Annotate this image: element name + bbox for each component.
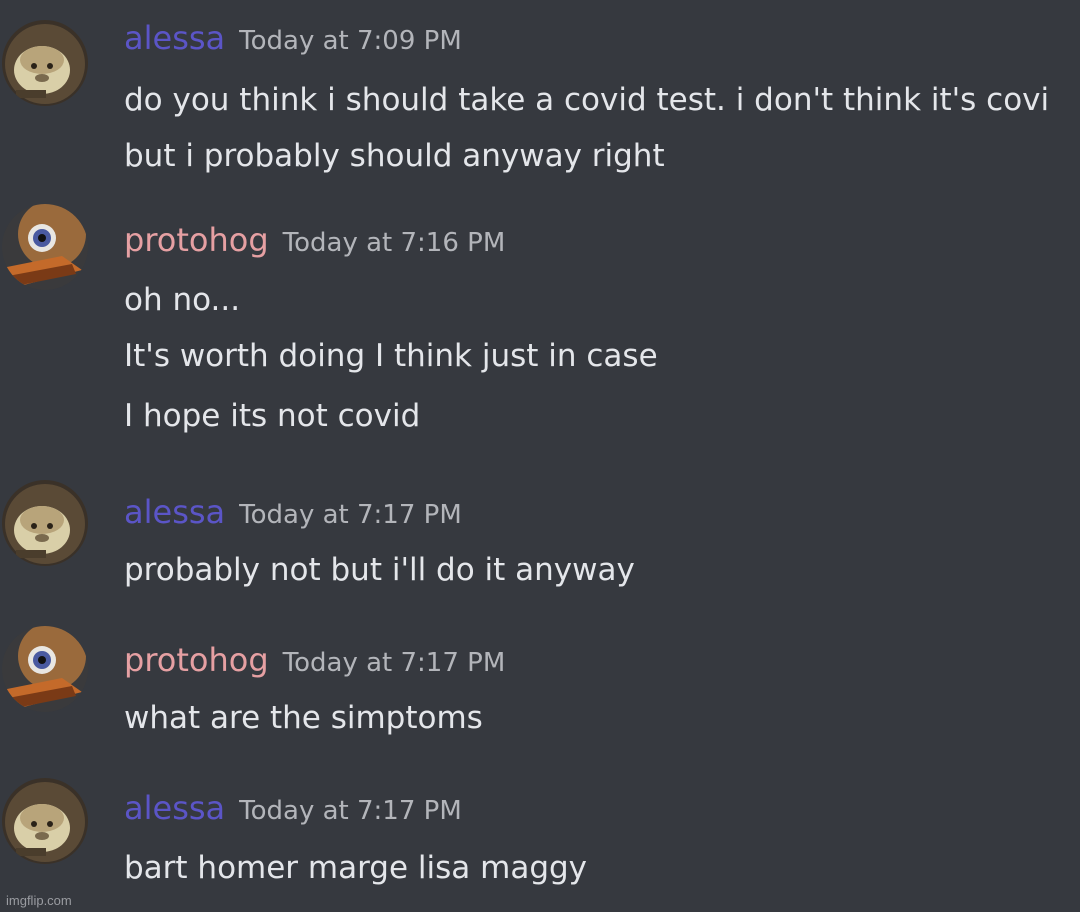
message-header: protohog Today at 7:16 PM xyxy=(124,220,505,263)
message-header: protohog Today at 7:17 PM xyxy=(124,640,505,683)
timestamp: Today at 7:09 PM xyxy=(239,26,462,56)
chat-message-list[interactable]: alessa Today at 7:09 PM do you think i sh… xyxy=(0,0,1080,912)
username[interactable]: alessa xyxy=(124,789,225,827)
timestamp: Today at 7:17 PM xyxy=(239,500,462,530)
monkey-avatar[interactable] xyxy=(2,778,88,864)
message-text: probably not but i'll do it anyway xyxy=(124,552,635,588)
monkey-avatar[interactable] xyxy=(2,20,88,106)
username[interactable]: alessa xyxy=(124,493,225,531)
monkey-avatar[interactable] xyxy=(2,480,88,566)
bird-avatar[interactable] xyxy=(2,626,88,712)
message-text: what are the simptoms xyxy=(124,700,483,736)
message-text: do you think i should take a covid test.… xyxy=(124,82,1050,118)
message-text: oh no... xyxy=(124,282,241,318)
timestamp: Today at 7:17 PM xyxy=(282,648,506,678)
message-header: alessa Today at 7:17 PM xyxy=(124,788,462,831)
timestamp: Today at 7:17 PM xyxy=(239,796,462,826)
timestamp: Today at 7:16 PM xyxy=(282,228,506,258)
username[interactable]: protohog xyxy=(124,221,269,259)
username[interactable]: alessa xyxy=(124,19,225,57)
message-text: It's worth doing I think just in case xyxy=(124,338,658,374)
message-header: alessa Today at 7:09 PM xyxy=(124,18,462,61)
message-header: alessa Today at 7:17 PM xyxy=(124,492,462,535)
message-text: but i probably should anyway right xyxy=(124,138,665,174)
username[interactable]: protohog xyxy=(124,641,269,679)
bird-avatar[interactable] xyxy=(2,204,88,290)
message-text: bart homer marge lisa maggy xyxy=(124,850,588,886)
imgflip-watermark: imgflip.com xyxy=(6,893,72,908)
message-text: I hope its not covid xyxy=(124,398,421,434)
